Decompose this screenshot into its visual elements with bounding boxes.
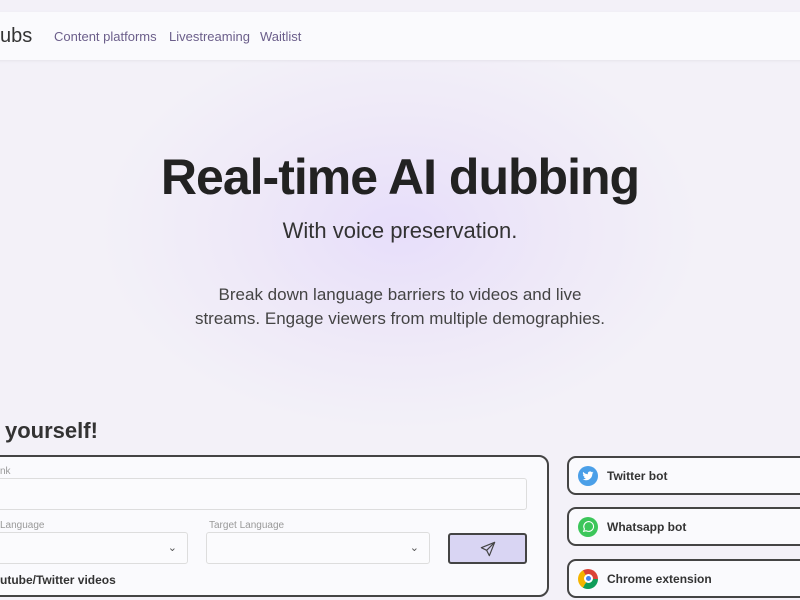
paper-plane-icon [480, 541, 495, 556]
whatsapp-icon [578, 516, 598, 537]
source-language-label: Language [0, 520, 45, 531]
hero-subtitle: With voice preservation. [282, 218, 518, 243]
send-button[interactable] [448, 533, 527, 564]
chevron-down-icon: ⌄ [167, 542, 177, 554]
target-language-label: Target Language [209, 520, 285, 531]
hero-title: Real-time AI dubbing [160, 149, 640, 205]
source-language-select[interactable]: ⌄ [0, 532, 188, 564]
chrome-icon [578, 568, 598, 589]
whatsapp-bot-button[interactable]: Whatsapp bot [567, 507, 800, 546]
twitter-icon [578, 465, 598, 486]
description-line: streams. Engage viewers from multiple de… [194, 309, 606, 328]
logo[interactable]: ubs [0, 25, 32, 48]
option-label: Chrome extension [607, 571, 712, 586]
try-heading: yourself! [5, 418, 98, 443]
option-label: Whatsapp bot [607, 519, 687, 534]
nav-link-livestreaming[interactable]: Livestreaming [169, 29, 250, 44]
target-language-select[interactable]: ⌄ [206, 532, 430, 564]
chrome-extension-button[interactable]: Chrome extension [567, 559, 800, 598]
twitter-bot-button[interactable]: Twitter bot [567, 456, 800, 495]
description-line: Break down language barriers to videos a… [218, 285, 582, 304]
nav-link-waitlist[interactable]: Waitlist [260, 29, 301, 44]
link-label: nk [0, 466, 11, 477]
supported-videos-note: utube/Twitter videos [0, 573, 116, 587]
link-input[interactable] [0, 478, 527, 510]
chevron-down-icon: ⌄ [409, 542, 419, 554]
hero-description: Break down language barriers to videos a… [0, 283, 800, 331]
nav-link-content-platforms[interactable]: Content platforms [54, 29, 157, 44]
option-label: Twitter bot [607, 468, 668, 483]
